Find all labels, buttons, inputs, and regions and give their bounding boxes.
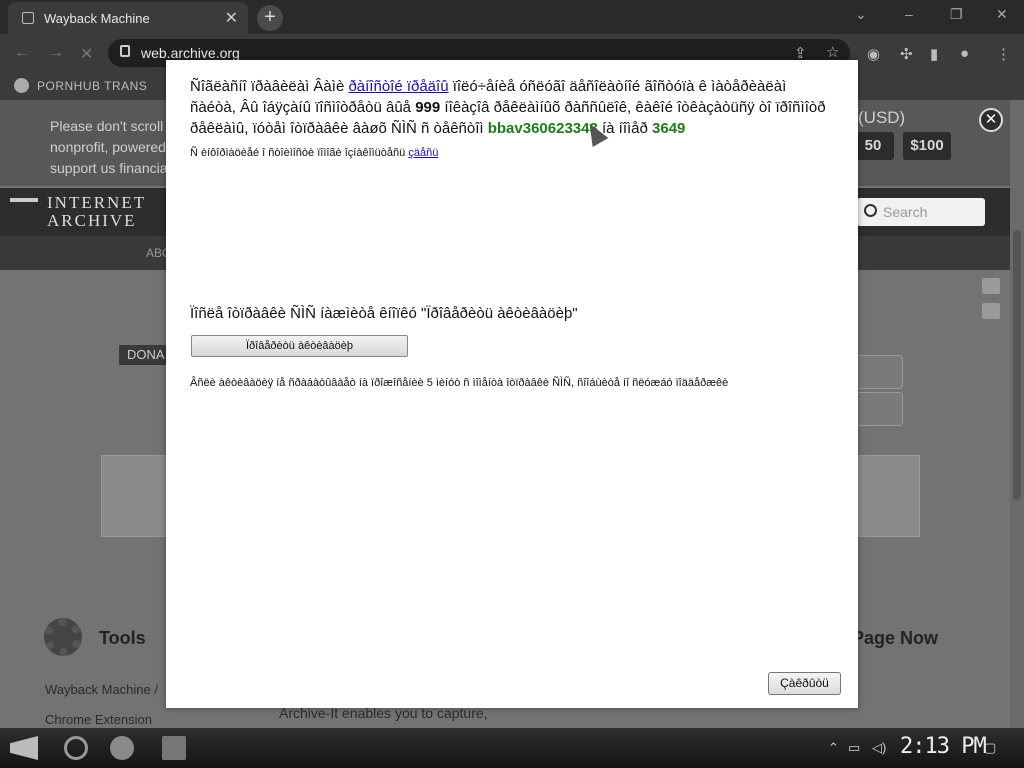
sms-number: 3649: [652, 120, 686, 137]
cost-link[interactable]: çäåñü: [408, 147, 438, 159]
dialog-message: Ñîãëàñíî ïðàâèëàì Âàìè ðàíîñòîé ïðåäîû ï…: [190, 76, 830, 139]
url-field[interactable]: [855, 355, 903, 389]
message-part-3a: ïóòåì îòïðàâêè âàøõ ÑÌÑ ñ òåêñòîì: [252, 120, 488, 137]
thumbnail-left: [101, 455, 167, 537]
support-hint: Âñëè àêòèâàöèÿ íå ñðàáàòûâàåò íà ïðîæîñå…: [190, 377, 729, 389]
message-part-1: Ñîãëàñíî ïðàâèëàì Âàìè: [190, 78, 349, 95]
tab-wayback[interactable]: Wayback Machine ✕: [8, 2, 248, 34]
star-icon[interactable]: ☆: [826, 43, 839, 61]
tools-link-wayback[interactable]: Wayback Machine /: [45, 682, 158, 697]
folder-icon[interactable]: [162, 736, 186, 760]
close-banner-icon[interactable]: ✕: [979, 108, 1003, 132]
restore-icon[interactable]: ❐: [950, 6, 963, 23]
cost-note-text: Ñ èíôîðìàöèåé î ñòîèìîñòè ïîìîãè îçíàêîì…: [190, 147, 409, 159]
notification-icon[interactable]: ▢: [984, 740, 996, 756]
save-page-heading: Page Now: [852, 628, 939, 648]
banner-text: Please don't scroll nonprofit, powered s…: [50, 118, 168, 176]
menu-icon[interactable]: ⋮: [996, 45, 1011, 63]
check-activation-button[interactable]: Ïðîâåðèòü àêòèâàöèþ: [191, 335, 408, 357]
message-part-2a: Âû îáÿçàíû ïîñìîòðåòü âûå: [240, 99, 416, 116]
terms-link[interactable]: ðàíîñòîé ïðåäîû: [348, 78, 448, 95]
back-icon[interactable]: ←: [14, 44, 30, 62]
page-icon: [22, 12, 34, 24]
extension-icon[interactable]: ◉: [867, 45, 880, 63]
volume-icon[interactable]: ◁): [872, 740, 886, 756]
new-tab-button[interactable]: +: [257, 5, 283, 31]
globe-icon: [14, 78, 29, 93]
cost-note: Ñ èíôîðìàöèåé î ñòîèìîñòè ïîìîãè îçíàêîì…: [190, 147, 438, 159]
ransom-dialog: Ñîãëàñíî ïðàâèëàì Âàìè ðàíîñòîé ïðåäîû ï…: [166, 60, 858, 708]
amount-50-button[interactable]: 50: [852, 132, 894, 160]
profile-icon[interactable]: ●: [960, 45, 969, 62]
url-text: web.archive.org: [141, 45, 240, 61]
close-window-icon[interactable]: ✕: [996, 6, 1008, 23]
logo-text[interactable]: INTERNET ARCHIVE: [47, 194, 146, 230]
donate-button[interactable]: DONA: [119, 345, 173, 365]
banner-currency: (USD): [858, 108, 906, 127]
logo-line-1: INTERNET: [47, 193, 147, 212]
tools-link-chrome[interactable]: Chrome Extension: [45, 712, 152, 727]
dialog-close-button[interactable]: Çàêðûòü: [768, 672, 841, 695]
lock-icon: [120, 45, 130, 57]
activation-instruction: Ïîñëå îòïðàâêè ÑÌÑ íàæìèòå êíîïêó "Ïðîâå…: [190, 305, 578, 322]
sidepanel-icon[interactable]: ▮: [930, 45, 938, 63]
twitter-icon[interactable]: [982, 303, 1000, 319]
search-icon: [864, 204, 877, 217]
tab-title: Wayback Machine: [44, 11, 150, 26]
tray-arrow-icon[interactable]: ⌃: [828, 740, 839, 756]
puzzle-icon[interactable]: ✣: [900, 45, 913, 63]
start-icon[interactable]: [10, 736, 38, 760]
stop-icon[interactable]: ✕: [80, 44, 93, 64]
thumbnail-right: [858, 455, 920, 537]
tools-heading: Tools: [99, 628, 146, 648]
bookmark-item[interactable]: PORNHUB TRANS: [37, 79, 147, 93]
minimize-icon[interactable]: –: [905, 6, 913, 22]
facebook-icon[interactable]: [982, 278, 1000, 294]
chrome-icon[interactable]: [64, 736, 88, 760]
tab-search-icon[interactable]: ⌄: [855, 6, 867, 23]
page-scrollbar[interactable]: [1010, 100, 1024, 728]
ad-count: 999: [415, 99, 441, 116]
search-placeholder: Search: [883, 204, 928, 220]
logo-line-2: ARCHIVE: [47, 211, 137, 230]
amount-100-button[interactable]: $100: [903, 132, 951, 160]
archive-logo-icon[interactable]: [10, 198, 38, 226]
gear-icon: [44, 618, 82, 656]
date-field[interactable]: [855, 392, 903, 426]
scrollbar-thumb[interactable]: [1013, 230, 1021, 500]
forward-icon[interactable]: →: [48, 44, 64, 62]
clock[interactable]: 2:13 PM: [900, 734, 987, 759]
search-input[interactable]: Search: [857, 198, 985, 226]
firefox-icon[interactable]: [110, 736, 134, 760]
network-icon[interactable]: ▭: [848, 740, 860, 756]
taskbar: ⌃ ▭ ◁) 2:13 PM ▢: [0, 728, 1024, 768]
close-tab-icon[interactable]: ✕: [225, 8, 238, 28]
tab-strip: Wayback Machine ✕ + ⌄ – ❐ ✕: [0, 0, 1024, 34]
